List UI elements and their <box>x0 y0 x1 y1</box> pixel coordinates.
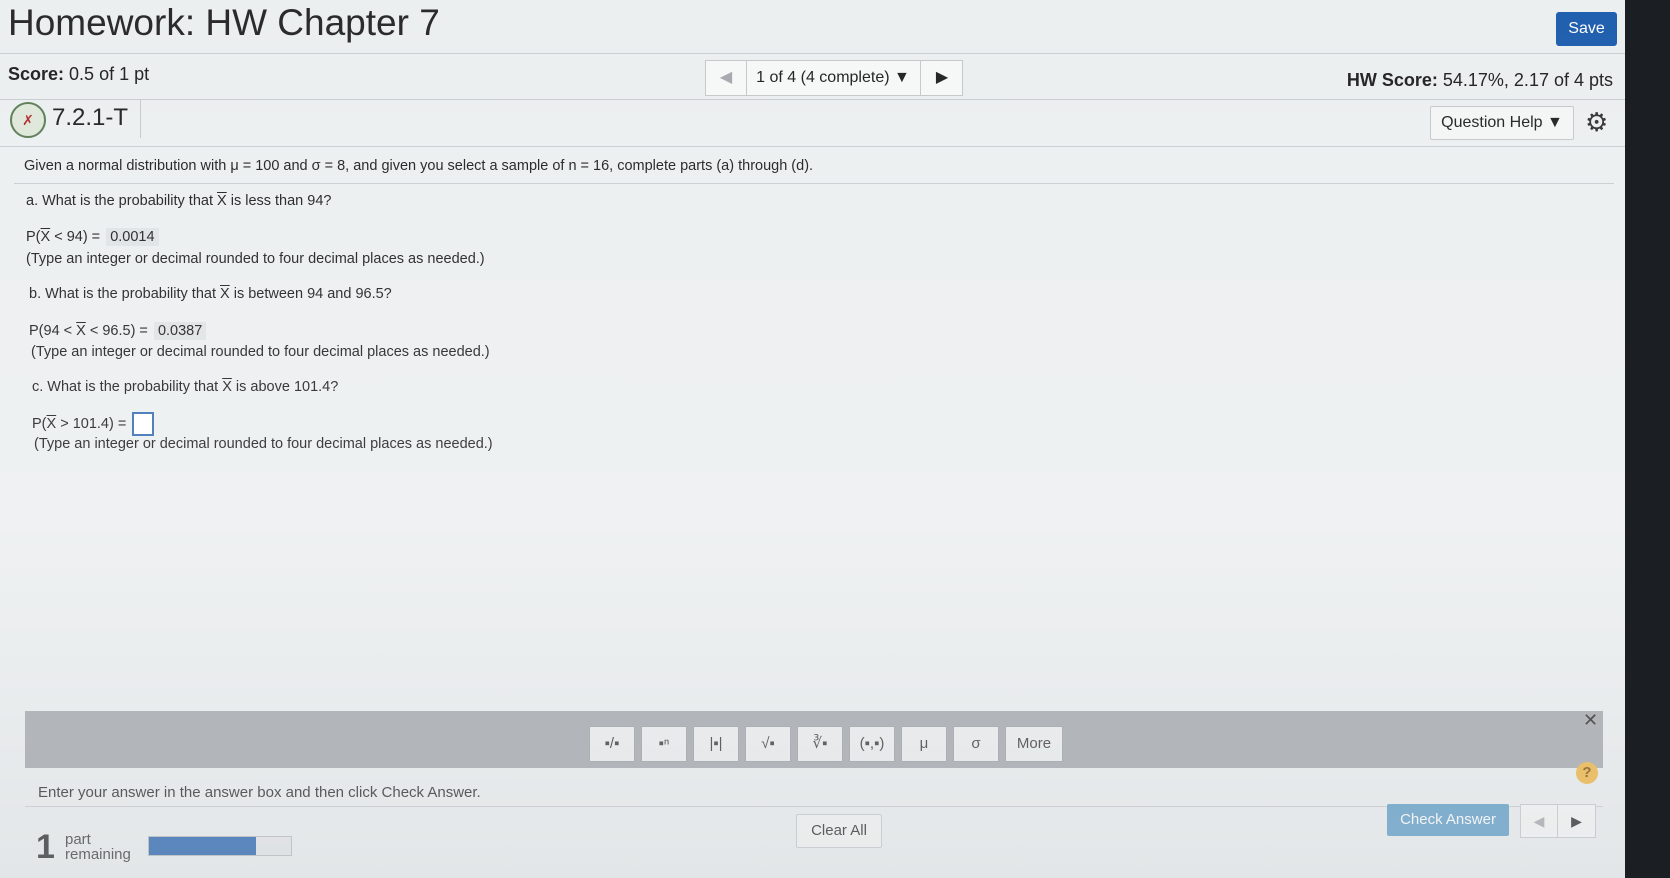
part-a-question-prefix: a. What is the probability that <box>26 193 218 209</box>
part-b-answer-value[interactable]: 0.0387 <box>153 322 207 340</box>
previous-question-button[interactable]: ◀ <box>706 61 747 95</box>
close-icon[interactable]: ✕ <box>1583 710 1598 731</box>
pager-next-button[interactable]: ▶ <box>1558 805 1595 837</box>
nth-root-tool-button[interactable]: ∛▪ <box>797 726 843 762</box>
instruction-text: Enter your answer in the answer box and … <box>38 784 481 801</box>
pager: ◀ ▶ <box>1520 804 1596 838</box>
parts-remaining-label: part remaining <box>65 832 131 862</box>
pager-previous-button[interactable]: ◀ <box>1521 805 1558 837</box>
page-title: Homework: HW Chapter 7 <box>8 2 440 43</box>
parts-remaining-word1: part <box>65 831 91 848</box>
part-c-question: c. What is the probability that X is abo… <box>32 379 338 395</box>
score-value: 0.5 of 1 pt <box>69 64 150 84</box>
square-root-tool-button[interactable]: √▪ <box>745 726 791 762</box>
part-c-answer-row: P(X > 101.4) = <box>32 412 155 436</box>
part-b-answer-prefix: P(94 < <box>29 323 77 339</box>
xbar-symbol: X <box>222 379 232 395</box>
mu-tool-button[interactable]: μ <box>901 726 947 762</box>
question-selector-dropdown[interactable]: 1 of 4 (4 complete) ▼ <box>747 61 919 95</box>
parts-remaining-count: 1 <box>36 828 55 866</box>
next-question-button[interactable]: ▶ <box>920 61 963 95</box>
part-a-answer-suffix: < 94) = <box>50 229 101 245</box>
part-b-question: b. What is the probability that X is bet… <box>29 286 392 302</box>
divider <box>0 99 1625 100</box>
part-b-answer-suffix: < 96.5) = <box>85 323 148 339</box>
hw-score-value: 54.17%, 2.17 of 4 pts <box>1442 70 1613 90</box>
part-c-answer-input[interactable] <box>132 412 155 436</box>
xbar-symbol: X <box>46 415 57 432</box>
absolute-value-tool-button[interactable]: |▪| <box>693 726 739 762</box>
sigma-tool-button[interactable]: σ <box>953 726 999 762</box>
clear-all-button[interactable]: Clear All <box>796 814 882 848</box>
part-c-hint: (Type an integer or decimal rounded to f… <box>34 436 493 452</box>
part-c-answer-suffix: > 101.4) = <box>56 415 127 432</box>
part-a-answer-value[interactable]: 0.0014 <box>106 228 159 246</box>
hw-score-label: HW Score: <box>1346 70 1438 90</box>
exponent-tool-button[interactable]: ▪ⁿ <box>641 726 687 762</box>
xbar-symbol: X <box>76 323 86 339</box>
progress-bar <box>148 836 292 856</box>
progress-bar-fill <box>149 837 256 855</box>
part-a-answer-row: P(X < 94) = 0.0014 <box>26 228 159 246</box>
gear-icon[interactable]: ⚙ <box>1585 108 1608 136</box>
question-id: 7.2.1-T <box>52 104 129 131</box>
divider <box>0 146 1625 147</box>
xbar-symbol: X <box>220 286 230 302</box>
part-a-question-suffix: is less than 94? <box>226 193 332 209</box>
score-display: Score: 0.5 of 1 pt <box>8 64 149 85</box>
more-tools-button[interactable]: More <box>1005 726 1063 762</box>
fraction-tool-button[interactable]: ▪/▪ <box>589 726 635 762</box>
part-c-question-suffix: is above 101.4? <box>231 379 339 395</box>
question-help-button[interactable]: Question Help ▼ <box>1430 106 1574 140</box>
part-c-answer-prefix: P( <box>32 415 47 432</box>
part-a-question: a. What is the probability that X is les… <box>26 193 331 209</box>
help-icon[interactable]: ? <box>1576 762 1598 784</box>
homework-page: Homework: HW Chapter 7 Save Score: 0.5 o… <box>0 0 1625 878</box>
part-a-answer-prefix: P( <box>26 229 41 245</box>
part-b-question-suffix: is between 94 and 96.5? <box>229 286 392 302</box>
part-b-answer-row: P(94 < X < 96.5) = 0.0387 <box>29 322 207 340</box>
save-button[interactable]: Save <box>1556 12 1617 46</box>
score-label: Score: <box>8 64 65 84</box>
hw-score-display: HW Score: 54.17%, 2.17 of 4 pts <box>1347 70 1613 91</box>
divider <box>25 806 1603 807</box>
part-b-hint: (Type an integer or decimal rounded to f… <box>31 344 490 360</box>
parts-remaining-word2: remaining <box>65 846 131 863</box>
part-a-hint: (Type an integer or decimal rounded to f… <box>26 251 485 267</box>
divider <box>14 183 1614 184</box>
xbar-symbol: X <box>217 193 227 209</box>
ordered-pair-tool-button[interactable]: (▪,▪) <box>849 726 895 762</box>
divider <box>0 53 1625 54</box>
part-c-question-prefix: c. What is the probability that <box>32 379 223 395</box>
question-navigator: ◀ 1 of 4 (4 complete) ▼ ▶ <box>705 60 963 96</box>
question-prompt: Given a normal distribution with μ = 100… <box>24 158 814 174</box>
xbar-symbol: X <box>40 229 51 245</box>
divider <box>140 100 141 138</box>
part-b-question-prefix: b. What is the probability that <box>29 286 221 302</box>
check-answer-button[interactable]: Check Answer <box>1387 804 1509 836</box>
partial-correct-icon: ✗ <box>10 102 46 138</box>
